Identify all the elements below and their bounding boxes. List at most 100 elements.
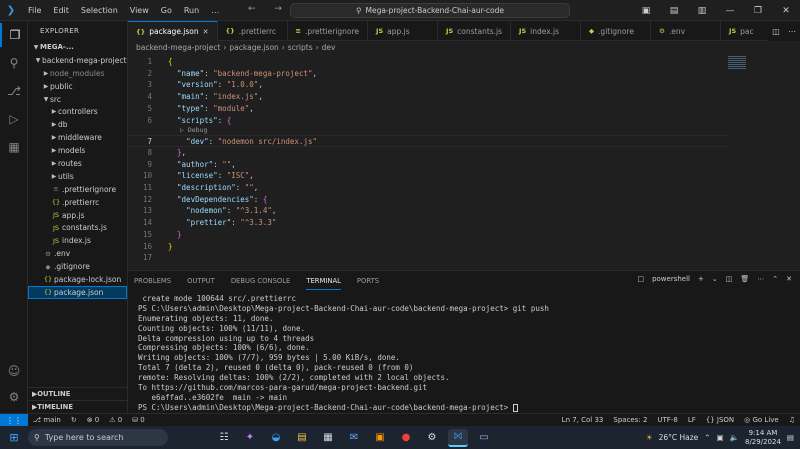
panel-tab-debug-console[interactable]: DEBUG CONSOLE (231, 273, 291, 289)
tree-item[interactable]: ▶ node_modules (28, 67, 127, 80)
tab-constantsjs[interactable]: JS constants.js (438, 21, 512, 41)
chrome-icon[interactable]: ● (396, 429, 416, 447)
encoding[interactable]: UTF-8 (652, 416, 682, 424)
taskbar-search[interactable]: ⚲ Type here to search (28, 429, 168, 446)
tab-indexjs[interactable]: JS index.js (511, 21, 582, 41)
tree-item[interactable]: {} package-lock.json (28, 273, 127, 286)
account-icon[interactable]: ☺ (0, 359, 28, 383)
notifications-bell-icon[interactable]: ♫ (784, 416, 800, 424)
code-editor[interactable]: 1{2 "name": "backend-mega-project", 3 "ve… (128, 54, 728, 264)
extensions-icon[interactable]: ▦ (0, 135, 28, 159)
tree-item[interactable]: JS constants.js (28, 221, 127, 234)
mail-icon[interactable]: ✉ (344, 429, 364, 447)
tree-item[interactable]: ▶ db (28, 118, 127, 131)
tree-item[interactable]: JS app.js (28, 209, 127, 222)
tree-item[interactable]: ▶ public (28, 80, 127, 93)
layout-panel-icon[interactable]: ▤ (660, 6, 688, 16)
tree-item[interactable]: ▶ utils (28, 170, 127, 183)
go-live-button[interactable]: ◎ Go Live (739, 416, 784, 424)
terminal-shell-label[interactable]: powershell (652, 275, 690, 283)
language-mode[interactable]: {} JSON (701, 416, 739, 424)
minimize-button[interactable]: — (716, 6, 744, 16)
edge-icon[interactable]: ◒ (266, 429, 286, 447)
tree-item[interactable]: {} package.json (28, 285, 127, 299)
breadcrumb-item[interactable]: backend-mega-project (136, 43, 220, 52)
layout-icon[interactable]: ▣ (632, 6, 660, 16)
command-center[interactable]: ⚲ Mega-project-Backend-Chai-aur-code (290, 3, 570, 18)
tree-item[interactable]: ⚙ .env (28, 247, 127, 260)
store-icon[interactable]: ▦ (318, 429, 338, 447)
chevron-down-icon[interactable]: ⌄ (712, 275, 718, 283)
source-control-icon[interactable]: ⎇ (0, 79, 28, 103)
tree-item[interactable]: ≡ .prettierignore (28, 183, 127, 196)
split-editor-icon[interactable]: ◫ (768, 27, 784, 36)
settings-icon[interactable]: ⚙ (422, 429, 442, 447)
tree-item[interactable]: ▶ controllers (28, 105, 127, 118)
tree-item[interactable]: ▶ middleware (28, 131, 127, 144)
clock[interactable]: 9:14 AM 8/29/2024 (745, 429, 781, 447)
split-terminal-icon[interactable]: ◫ (726, 275, 733, 283)
new-terminal-icon[interactable]: + (698, 275, 704, 283)
maximize-button[interactable]: ❐ (744, 6, 772, 16)
terminal-output[interactable]: create mode 100644 src/.prettierrc PS C:\… (138, 294, 798, 413)
menu-file[interactable]: File (22, 6, 47, 15)
more-actions-icon[interactable]: ⋯ (784, 27, 800, 36)
breadcrumb-item[interactable]: dev (322, 43, 336, 52)
tab-appjs[interactable]: JS app.js (368, 21, 439, 41)
tab-gitignore[interactable]: ◆ .gitignore (581, 21, 652, 41)
cursor-position[interactable]: Ln 7, Col 33 (557, 416, 609, 424)
network-icon[interactable]: ▣ (717, 433, 724, 442)
trash-icon[interactable]: 🗑 (740, 275, 749, 283)
tree-item[interactable]: ◆ .gitignore (28, 260, 127, 273)
minimap[interactable] (728, 54, 800, 264)
sublime-icon[interactable]: ▣ (370, 429, 390, 447)
sync-icon[interactable]: ↻ (66, 416, 82, 424)
search-icon[interactable]: ⚲ (0, 51, 28, 75)
nav-arrows[interactable]: ← → (248, 4, 290, 14)
close-button[interactable]: ✕ (772, 6, 800, 16)
weather-text[interactable]: 26°C Haze (659, 433, 699, 442)
explorer-icon[interactable]: ❐ (0, 23, 28, 47)
problems-errors[interactable]: ⊗ 0 (82, 416, 105, 424)
timeline-section[interactable]: ▶ TIMELINE (28, 400, 128, 413)
tray-chevron-icon[interactable]: ⌃ (704, 433, 710, 442)
ports-status[interactable]: ⛁ 0 (127, 416, 150, 424)
menu-go[interactable]: Go (155, 6, 178, 15)
indentation[interactable]: Spaces: 2 (608, 416, 652, 424)
tab-prettierrc[interactable]: {} .prettierrc (218, 21, 288, 41)
run-debug-icon[interactable]: ▷ (0, 107, 28, 131)
tree-item[interactable]: {} .prettierrc (28, 196, 127, 209)
tab-packagejson[interactable]: {} package.json ✕ (128, 21, 218, 41)
menu-edit[interactable]: Edit (47, 6, 75, 15)
end-of-line[interactable]: LF (683, 416, 701, 424)
layout-sidebar-icon[interactable]: ▥ (688, 6, 716, 16)
remote-icon[interactable]: ⋮⋮ (0, 413, 28, 427)
outline-section[interactable]: ▶ OUTLINE (28, 387, 128, 400)
more-actions-icon[interactable]: ⋯ (757, 275, 764, 283)
menu-run[interactable]: Run (178, 6, 205, 15)
notepad-icon[interactable]: ▭ (474, 429, 494, 447)
notification-icon[interactable]: ▤ (787, 433, 794, 442)
tree-item[interactable]: ▶ models (28, 144, 127, 157)
copilot-icon[interactable]: ✦ (240, 429, 260, 447)
volume-icon[interactable]: 🔈 (730, 433, 739, 442)
problems-warnings[interactable]: ⚠ 0 (104, 416, 127, 424)
tree-item[interactable]: ▶ routes (28, 157, 127, 170)
tree-item[interactable]: ▼ src (28, 93, 127, 106)
panel-tab-output[interactable]: OUTPUT (187, 273, 215, 289)
menu-more[interactable]: … (205, 6, 225, 15)
close-panel-icon[interactable]: ✕ (786, 275, 792, 283)
panel-tab-terminal[interactable]: TERMINAL (306, 273, 341, 290)
file-explorer-icon[interactable]: ▤ (292, 429, 312, 447)
tab-prettierignore[interactable]: ≡ .prettierignore (288, 21, 369, 41)
vscode-icon[interactable]: ⨝ (448, 428, 468, 447)
tree-item[interactable]: ▼ backend-mega-project (28, 54, 127, 67)
maximize-panel-icon[interactable]: ⌃ (772, 275, 778, 283)
debug-codelens[interactable]: ▷ Debug (180, 126, 207, 134)
task-view-icon[interactable]: ☷ (214, 429, 234, 447)
tab-env[interactable]: ⚙ .env (651, 21, 722, 41)
panel-tab-ports[interactable]: PORTS (357, 273, 379, 289)
settings-gear-icon[interactable]: ⚙ (0, 385, 28, 409)
panel-tab-problems[interactable]: PROBLEMS (134, 273, 171, 289)
menu-view[interactable]: View (124, 6, 155, 15)
